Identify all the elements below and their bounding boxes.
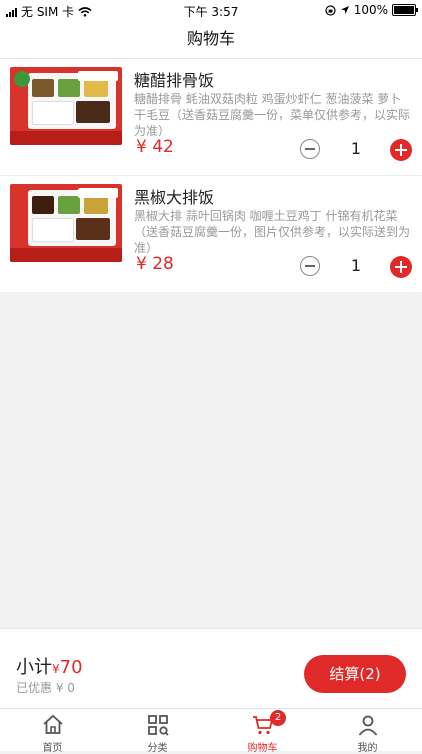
- item-title: 黑椒大排饭: [134, 188, 215, 207]
- item-title: 糖醋排骨饭: [134, 71, 215, 90]
- page-title: 购物车: [0, 20, 422, 59]
- battery-percent: 100%: [353, 3, 388, 17]
- subtotal-label: 小计: [16, 657, 52, 678]
- tab-label: 分类: [147, 743, 168, 754]
- lock-rotation-icon: [325, 4, 336, 16]
- location-icon: [340, 6, 349, 14]
- checkout-bar: 小计¥70 已优惠 ¥ 0 结算(2): [0, 628, 422, 708]
- battery-icon: [392, 4, 418, 16]
- quantity-stepper: 1: [300, 139, 412, 161]
- status-right: 100%: [325, 3, 418, 17]
- item-description: 糖醋排骨 蚝油双菇肉粒 鸡蛋炒虾仁 葱油菠菜 萝卜干毛豆（送香菇豆腐羹一份，菜单…: [134, 92, 411, 138]
- cart-item[interactable]: 糖醋排骨饭 糖醋排骨 蚝油双菇肉粒 鸡蛋炒虾仁 葱油菠菜 萝卜干毛豆（送香菇豆腐…: [0, 59, 422, 176]
- food-image[interactable]: [10, 184, 122, 262]
- tab-profile[interactable]: 我的: [315, 709, 420, 754]
- discount-text: 已优惠 ¥ 0: [16, 681, 75, 695]
- subtotal-value: 70: [59, 657, 83, 678]
- decrease-button[interactable]: [300, 256, 320, 276]
- category-icon: [147, 715, 169, 736]
- tab-label: 购物车: [247, 743, 278, 754]
- tab-home[interactable]: 首页: [0, 709, 105, 754]
- tab-bar: 首页 分类 2 购物车 我的: [0, 708, 422, 754]
- item-price: ¥ 42: [136, 137, 174, 157]
- tab-category[interactable]: 分类: [105, 709, 210, 754]
- quantity-stepper: 1: [300, 256, 412, 278]
- user-icon: [358, 715, 377, 736]
- home-icon: [42, 714, 63, 734]
- tab-label: 首页: [42, 743, 63, 754]
- tab-cart[interactable]: 2 购物车: [210, 709, 315, 754]
- cart-item[interactable]: 黑椒大排饭 黑椒大排 蒜叶回锅肉 咖喱土豆鸡丁 什锦有机花菜（送香菇豆腐羹一份，…: [0, 176, 422, 293]
- cart-list: 糖醋排骨饭 糖醋排骨 蚝油双菇肉粒 鸡蛋炒虾仁 葱油菠菜 萝卜干毛豆（送香菇豆腐…: [0, 59, 422, 293]
- status-bar: 无 SIM 卡 下午 3:57 100%: [0, 0, 422, 20]
- checkout-button[interactable]: 结算(2): [304, 655, 406, 693]
- quantity-value: 1: [350, 139, 362, 158]
- item-price: ¥ 28: [136, 254, 174, 274]
- item-description: 黑椒大排 蒜叶回锅肉 咖喱土豆鸡丁 什锦有机花菜（送香菇豆腐羹一份，图片仅供参考…: [134, 209, 411, 255]
- food-image[interactable]: [10, 67, 122, 145]
- tab-label: 我的: [357, 743, 378, 754]
- subtotal: 小计¥70: [16, 653, 83, 679]
- subtotal-currency: ¥: [52, 662, 60, 676]
- increase-button[interactable]: [390, 256, 412, 278]
- cart-count-badge: 2: [270, 710, 286, 726]
- quantity-value: 1: [350, 256, 362, 275]
- increase-button[interactable]: [390, 139, 412, 161]
- decrease-button[interactable]: [300, 139, 320, 159]
